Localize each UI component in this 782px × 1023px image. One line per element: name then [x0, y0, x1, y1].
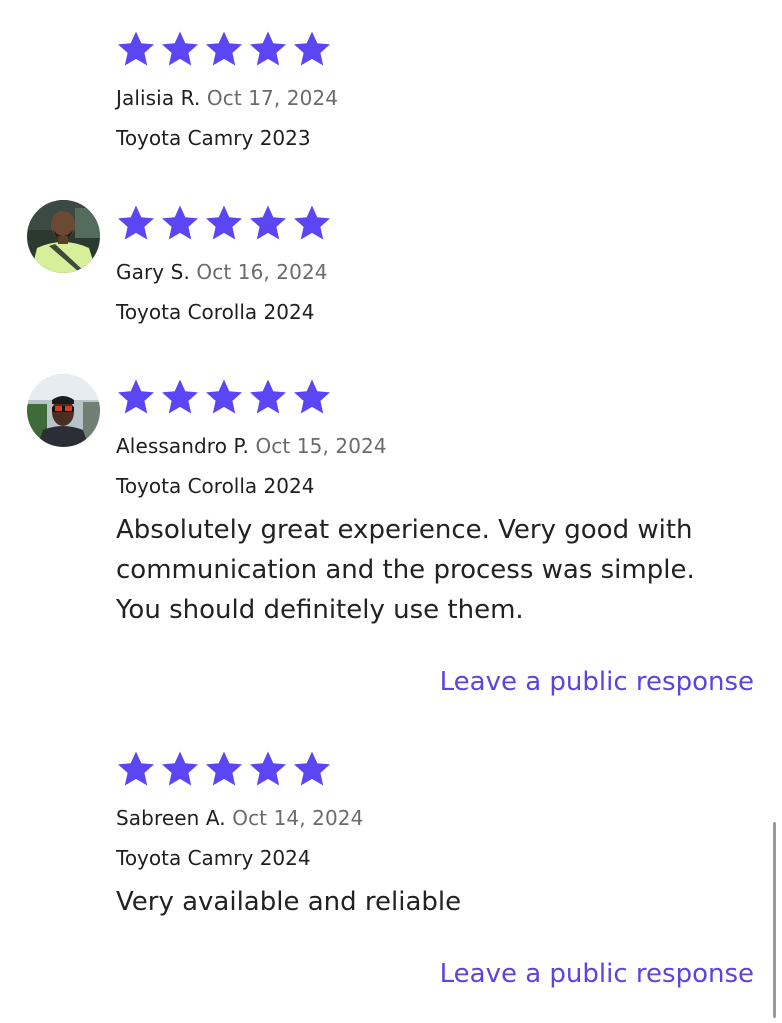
- star-icon: [294, 751, 330, 786]
- scrollbar[interactable]: [773, 822, 776, 1018]
- star-icon: [250, 31, 286, 66]
- leave-public-response-link[interactable]: Leave a public response: [440, 667, 754, 697]
- avatar[interactable]: [27, 374, 100, 447]
- star-icon: [206, 379, 242, 414]
- star-icon: [294, 379, 330, 414]
- review-date: Oct 16, 2024: [196, 260, 328, 284]
- star-icon: [118, 751, 154, 786]
- leave-public-response-link[interactable]: Leave a public response: [440, 959, 754, 989]
- star-icon: [206, 751, 242, 786]
- star-icon: [162, 205, 198, 240]
- review-meta: Sabreen A. Oct 14, 2024: [116, 806, 363, 830]
- star-icon: [294, 205, 330, 240]
- review-date: Oct 17, 2024: [206, 86, 339, 110]
- review-date: Oct 14, 2024: [232, 806, 364, 830]
- review-meta: Gary S. Oct 16, 2024: [116, 260, 328, 284]
- star-icon: [118, 379, 154, 414]
- star-icon: [294, 31, 330, 66]
- star-icon: [162, 751, 198, 786]
- review-date: Oct 15, 2024: [255, 434, 387, 458]
- avatar-photo-icon: [27, 200, 100, 273]
- reviewer-name: Sabreen A.: [116, 806, 226, 830]
- star-icon: [118, 31, 154, 66]
- review-meta: Alessandro P. Oct 15, 2024: [116, 434, 387, 458]
- star-icon: [162, 31, 198, 66]
- reviews-page: Jalisia R. Oct 17, 2024 Toyota Camry 202…: [0, 0, 782, 1023]
- star-rating: [116, 377, 332, 417]
- star-icon: [118, 205, 154, 240]
- vehicle-label: Toyota Corolla 2024: [116, 300, 315, 324]
- star-icon: [250, 751, 286, 786]
- avatar[interactable]: [27, 200, 100, 273]
- star-icon: [162, 379, 198, 414]
- review-meta: Jalisia R. Oct 17, 2024: [116, 86, 338, 110]
- vehicle-label: Toyota Camry 2024: [116, 846, 311, 870]
- review-text: Absolutely great experience. Very good w…: [116, 515, 695, 625]
- star-rating: [116, 749, 332, 789]
- reviewer-name: Gary S.: [116, 260, 190, 284]
- star-icon: [250, 205, 286, 240]
- review-text: Very available and reliable: [116, 887, 462, 917]
- vehicle-label: Toyota Camry 2023: [116, 126, 311, 150]
- star-icon: [250, 379, 286, 414]
- star-rating: [116, 29, 332, 69]
- avatar-photo-icon: [27, 374, 100, 447]
- reviewer-name: Jalisia R.: [116, 86, 201, 110]
- vehicle-label: Toyota Corolla 2024: [116, 474, 315, 498]
- star-rating: [116, 203, 332, 243]
- reviewer-name: Alessandro P.: [116, 434, 249, 458]
- star-icon: [206, 205, 242, 240]
- star-icon: [206, 31, 242, 66]
